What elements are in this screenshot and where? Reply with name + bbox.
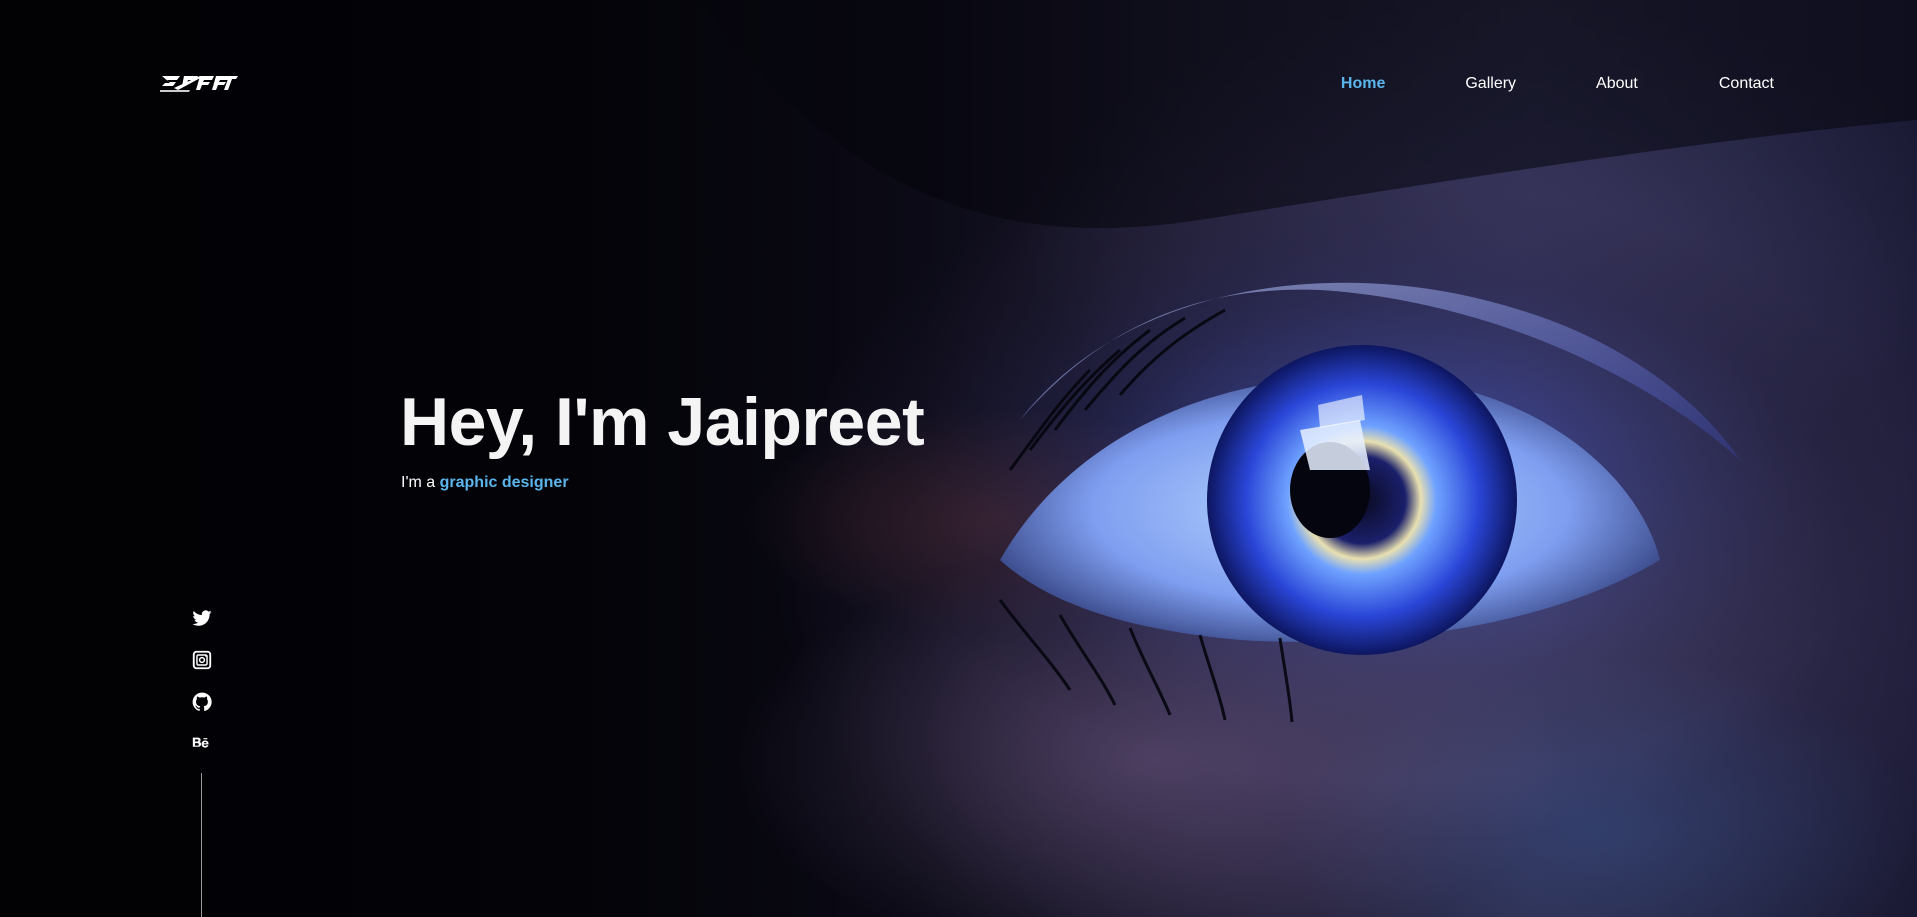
hero-subtitle: I'm a graphic designer [401, 472, 569, 494]
nav-gallery-link[interactable]: Gallery [1465, 74, 1516, 94]
instagram-link[interactable] [191, 649, 213, 671]
main-nav: Home Gallery About Contact [1341, 74, 1774, 94]
nav-about-link[interactable]: About [1596, 74, 1638, 94]
twitter-link[interactable] [191, 607, 213, 629]
logo-icon[interactable] [160, 74, 238, 92]
nav-contact-link[interactable]: Contact [1719, 74, 1774, 94]
behance-icon [192, 737, 209, 748]
eye-illustration [700, 0, 1917, 780]
github-link[interactable] [191, 691, 213, 713]
nav-home-link[interactable]: Home [1341, 74, 1385, 94]
hero-background-image [0, 0, 1917, 917]
page: Home Gallery About Contact Hey, I'm Jaip… [0, 0, 1917, 917]
github-icon [192, 692, 212, 712]
instagram-icon [192, 650, 212, 670]
twitter-icon [192, 610, 212, 626]
social-divider-line [201, 773, 202, 917]
behance-link[interactable] [191, 733, 213, 755]
hero-subtitle-highlight: graphic designer [439, 474, 569, 491]
hero-title: Hey, I'm Jaipreet [400, 384, 925, 460]
hero-subtitle-prefix: I'm a [401, 474, 440, 491]
